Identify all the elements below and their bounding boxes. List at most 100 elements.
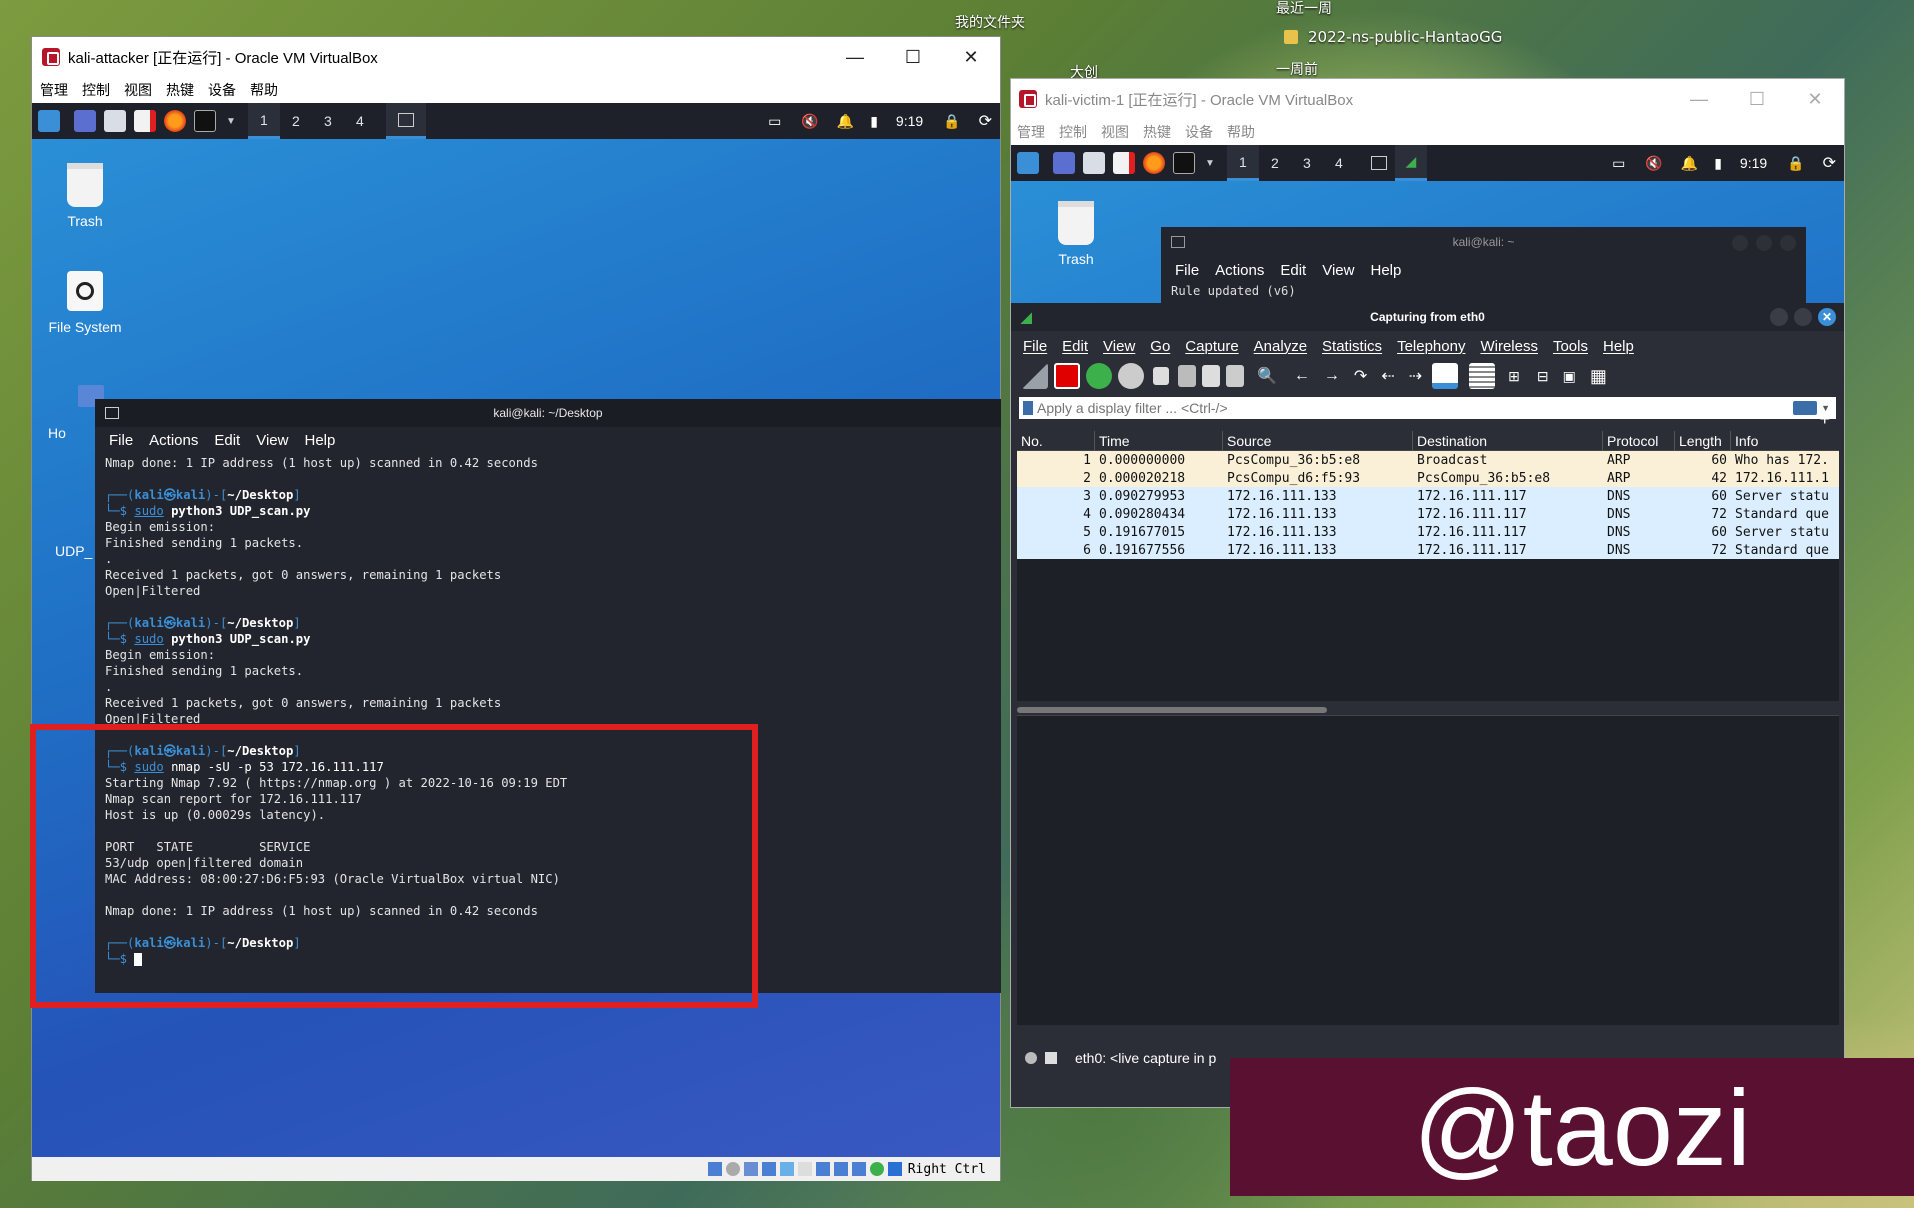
- term-menu-actions[interactable]: Actions: [1215, 262, 1264, 279]
- desktop-home-label[interactable]: Ho: [48, 425, 98, 441]
- workspace-1[interactable]: 1: [1226, 145, 1259, 181]
- workspace-3[interactable]: 3: [1291, 145, 1323, 181]
- term-menu-view[interactable]: View: [1322, 262, 1354, 279]
- firefox-icon[interactable]: [164, 110, 186, 132]
- victim-terminal-titlebar[interactable]: kali@kali: ~: [1161, 227, 1806, 257]
- shared-folder-icon[interactable]: [797, 1162, 812, 1176]
- packet-row[interactable]: 1 0.000000000 PcsCompu_36:b5:e8 Broadcast AR…: [1017, 451, 1839, 469]
- term-menu-help[interactable]: Help: [1370, 262, 1401, 279]
- close-button[interactable]: ✕: [942, 37, 1000, 77]
- comment-icon[interactable]: [1045, 1052, 1057, 1064]
- panel-clock[interactable]: 9:19: [896, 113, 923, 129]
- minimize-button[interactable]: [1770, 308, 1788, 326]
- recording-icon[interactable]: [833, 1162, 848, 1176]
- zoom-out-icon[interactable]: ⊟: [1537, 368, 1549, 385]
- victim-terminal-window[interactable]: kali@kali: ~ File Actions Edit View Help…: [1161, 227, 1806, 307]
- start-capture-icon[interactable]: [1022, 363, 1048, 389]
- workspace-4[interactable]: 4: [1323, 145, 1355, 181]
- col-source[interactable]: Source: [1223, 430, 1413, 451]
- maximize-button[interactable]: ☐: [884, 37, 942, 77]
- workspace-1[interactable]: 1: [247, 103, 280, 139]
- term-menu-edit[interactable]: Edit: [1280, 262, 1306, 279]
- ws-menu-wireless[interactable]: Wireless: [1480, 338, 1538, 355]
- ws-menu-tools[interactable]: Tools: [1553, 338, 1588, 355]
- ws-menu-analyze[interactable]: Analyze: [1254, 338, 1307, 355]
- maximize-button[interactable]: ☐: [1728, 79, 1786, 119]
- cd-icon[interactable]: [725, 1162, 740, 1176]
- packet-row[interactable]: 6 0.191677556 172.16.111.133 172.16.111.117…: [1017, 541, 1839, 559]
- victim-titlebar[interactable]: kali-victim-1 [正在运行] - Oracle VM Virtual…: [1011, 79, 1844, 119]
- stop-capture-icon[interactable]: [1054, 363, 1080, 389]
- zoom-in-icon[interactable]: ⊞: [1508, 368, 1520, 385]
- terminal-icon[interactable]: [1173, 152, 1195, 174]
- taskbar-terminal-button[interactable]: [1363, 145, 1395, 181]
- display-filter-input[interactable]: [1037, 400, 1794, 416]
- minimize-button[interactable]: —: [1670, 79, 1728, 119]
- mute-icon[interactable]: 🔇: [1645, 155, 1662, 172]
- ws-menu-statistics[interactable]: Statistics: [1322, 338, 1382, 355]
- display-icon[interactable]: ▭: [1612, 155, 1625, 172]
- close-button[interactable]: ✕: [1818, 308, 1836, 326]
- menu-hotkey[interactable]: 热键: [1143, 122, 1171, 142]
- kali-menu-icon[interactable]: [38, 110, 60, 132]
- workspace-3[interactable]: 3: [312, 103, 344, 139]
- add-filter-button[interactable]: +: [1819, 409, 1830, 430]
- kali-menu-icon[interactable]: [1017, 152, 1039, 174]
- term-menu-file[interactable]: File: [1175, 262, 1199, 279]
- term-menu-edit[interactable]: Edit: [214, 432, 240, 449]
- lock-icon[interactable]: 🔒: [1787, 155, 1804, 172]
- ws-menu-edit[interactable]: Edit: [1062, 338, 1088, 355]
- text-editor-icon[interactable]: [1113, 152, 1135, 174]
- workspace-2[interactable]: 2: [280, 103, 312, 139]
- first-packet-icon[interactable]: ⇠: [1381, 366, 1394, 386]
- normal-size-icon[interactable]: ▣: [1563, 368, 1576, 385]
- file-manager-icon[interactable]: [1083, 152, 1105, 174]
- save-file-icon[interactable]: [1178, 365, 1196, 387]
- desktop-trash[interactable]: Trash: [40, 163, 130, 229]
- chevron-down-icon[interactable]: ▼: [226, 116, 236, 127]
- usb-icon[interactable]: [779, 1162, 794, 1176]
- ws-menu-file[interactable]: File: [1023, 338, 1047, 355]
- mute-icon[interactable]: 🔇: [801, 113, 818, 130]
- notification-bell-icon[interactable]: 🔔: [1681, 155, 1698, 172]
- col-info[interactable]: Info: [1731, 431, 1839, 451]
- capture-options-icon[interactable]: [1118, 363, 1144, 389]
- ws-menu-telephony[interactable]: Telephony: [1397, 338, 1465, 355]
- display-icon[interactable]: ▭: [768, 113, 781, 130]
- attacker-vm-window[interactable]: kali-attacker [正在运行] - Oracle VM Virtual…: [31, 36, 1001, 1181]
- taskbar-terminal-button[interactable]: [385, 103, 426, 139]
- term-menu-help[interactable]: Help: [304, 432, 335, 449]
- close-file-icon[interactable]: [1202, 365, 1220, 387]
- term-menu-view[interactable]: View: [256, 432, 288, 449]
- terminal-icon[interactable]: [194, 110, 216, 132]
- reload-file-icon[interactable]: [1226, 365, 1244, 387]
- wireshark-window[interactable]: ◢ Capturing from eth0 ✕ File Edit View G…: [1011, 303, 1844, 1107]
- packet-row[interactable]: 5 0.191677015 172.16.111.133 172.16.111.117…: [1017, 523, 1839, 541]
- host-file-label[interactable]: 2022-ns-public-HantaoGG: [1308, 28, 1502, 46]
- term-menu-actions[interactable]: Actions: [149, 432, 198, 449]
- horizontal-scrollbar[interactable]: [1017, 707, 1327, 713]
- taskbar-wireshark-button[interactable]: ◢: [1394, 145, 1427, 181]
- packet-row[interactable]: 3 0.090279953 172.16.111.133 172.16.111.117…: [1017, 487, 1839, 505]
- go-forward-icon[interactable]: →: [1324, 367, 1340, 385]
- battery-icon[interactable]: ▮: [1714, 155, 1722, 172]
- apply-filter-icon[interactable]: [1793, 401, 1818, 415]
- logout-icon[interactable]: ⟳: [979, 111, 992, 131]
- display-icon[interactable]: [815, 1162, 830, 1176]
- ws-menu-capture[interactable]: Capture: [1185, 338, 1238, 355]
- wireshark-titlebar[interactable]: ◢ Capturing from eth0 ✕: [1011, 303, 1844, 331]
- menu-manage[interactable]: 管理: [40, 80, 68, 100]
- close-button[interactable]: ✕: [1786, 79, 1844, 119]
- file-icon[interactable]: [1284, 30, 1298, 44]
- workspace-2[interactable]: 2: [1259, 145, 1291, 181]
- menu-control[interactable]: 控制: [82, 80, 110, 100]
- term-menu-file[interactable]: File: [109, 432, 133, 449]
- show-desktop-icon[interactable]: [74, 110, 96, 132]
- menu-view[interactable]: 视图: [1101, 122, 1129, 142]
- packet-list[interactable]: No. Time Source Destination Protocol Len…: [1017, 430, 1839, 713]
- show-desktop-icon[interactable]: [1053, 152, 1075, 174]
- desktop-trash[interactable]: Trash: [1031, 201, 1121, 267]
- col-time[interactable]: Time: [1095, 430, 1223, 451]
- col-protocol[interactable]: Protocol: [1603, 430, 1675, 451]
- col-length[interactable]: Length: [1675, 430, 1731, 451]
